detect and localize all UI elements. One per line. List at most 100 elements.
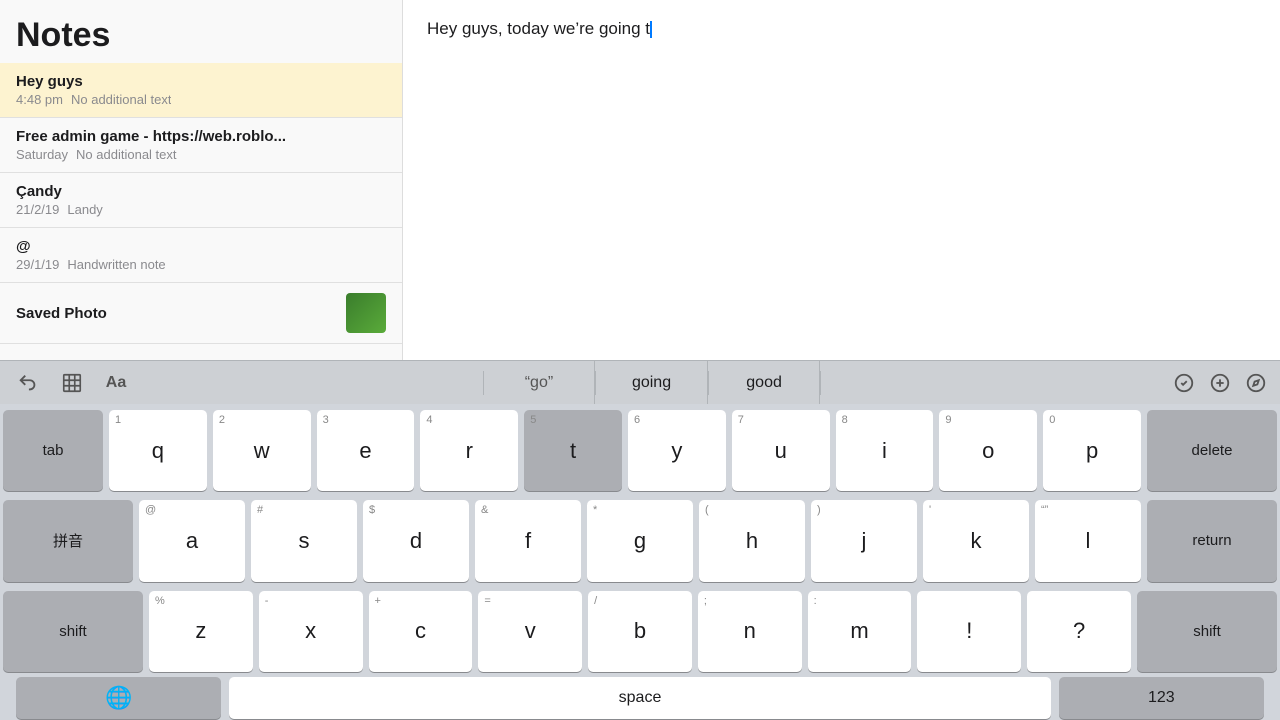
- key-delete[interactable]: delete: [1147, 410, 1277, 491]
- key-f[interactable]: &f: [475, 500, 581, 581]
- note-item-at[interactable]: @29/1/19Handwritten note: [0, 228, 402, 283]
- notes-list: Hey guys4:48 pmNo additional textFree ad…: [0, 63, 402, 360]
- note-body-text: Hey guys, today we’re going t: [427, 16, 1256, 42]
- key-u[interactable]: 7u: [732, 410, 830, 491]
- undo-icon[interactable]: [8, 365, 48, 401]
- key-label-c: c: [415, 620, 426, 642]
- key-shift[interactable]: shift: [1137, 591, 1277, 672]
- key-sublabel-m: :: [814, 595, 817, 607]
- note-item-free-admin[interactable]: Free admin game - https://web.roblo... Sa…: [0, 118, 402, 173]
- key-label-shift: shift: [59, 623, 87, 640]
- key-z[interactable]: %z: [149, 591, 253, 672]
- note-date-free-admin: Saturday: [16, 147, 68, 162]
- key-y[interactable]: 6y: [628, 410, 726, 491]
- key-p[interactable]: 0p: [1043, 410, 1141, 491]
- table-icon[interactable]: [52, 365, 92, 401]
- key-label-y: y: [671, 440, 682, 462]
- key-x[interactable]: -x: [259, 591, 363, 672]
- key-sublabel-a: @: [145, 504, 156, 516]
- key-question[interactable]: ?: [1027, 591, 1131, 672]
- key-label-t: t: [570, 440, 576, 462]
- key-j[interactable]: )j: [811, 500, 917, 581]
- key-h[interactable]: (h: [699, 500, 805, 581]
- key-label-j: j: [862, 530, 867, 552]
- key-shift[interactable]: shift: [3, 591, 143, 672]
- key-d[interactable]: $d: [363, 500, 469, 581]
- key-sublabel-i: 8: [842, 414, 848, 426]
- key-sublabel-q: 1: [115, 414, 121, 426]
- key-exclaim[interactable]: !: [917, 591, 1021, 672]
- keyboard-row-2: 拼音@a#s$d&f*g(h)j'k“”lreturn: [3, 500, 1277, 581]
- autocomplete-good[interactable]: good: [709, 361, 821, 404]
- space-key[interactable]: space: [229, 677, 1050, 719]
- key-label-delete: delete: [1192, 442, 1233, 459]
- key-r[interactable]: 4r: [420, 410, 518, 491]
- key-i[interactable]: 8i: [836, 410, 934, 491]
- text-cursor: [650, 21, 652, 38]
- key-m[interactable]: :m: [808, 591, 912, 672]
- key-sublabel-z: %: [155, 595, 165, 607]
- key-sublabel-t: 5: [530, 414, 536, 426]
- note-item-saved-photo[interactable]: Saved Photo: [0, 283, 402, 344]
- key-label-g: g: [634, 530, 646, 552]
- note-item-candy[interactable]: Çandy21/2/19Landy: [0, 173, 402, 228]
- key-label-return: return: [1192, 532, 1231, 549]
- key-c[interactable]: +c: [369, 591, 473, 672]
- key-t[interactable]: 5t: [524, 410, 622, 491]
- key-label-q: q: [152, 440, 164, 462]
- key-sublabel-b: /: [594, 595, 597, 607]
- key-label-d: d: [410, 530, 422, 552]
- key-label-k: k: [971, 530, 982, 552]
- note-title-saved-photo: Saved Photo: [16, 305, 346, 322]
- key-label-h: h: [746, 530, 758, 552]
- key-e[interactable]: 3e: [317, 410, 415, 491]
- key-label-shift: shift: [1193, 623, 1221, 640]
- note-preview-hey-guys: No additional text: [71, 92, 171, 107]
- key-sublabel-e: 3: [323, 414, 329, 426]
- autocomplete-go[interactable]: “go”: [484, 361, 596, 404]
- key-n[interactable]: ;n: [698, 591, 802, 672]
- add-icon[interactable]: [1204, 367, 1236, 399]
- key-sublabel-j: ): [817, 504, 821, 516]
- key-label-s: s: [299, 530, 310, 552]
- note-preview-at: Handwritten note: [67, 257, 165, 272]
- key-o[interactable]: 9o: [939, 410, 1037, 491]
- note-date-candy: 21/2/19: [16, 202, 59, 217]
- key-v[interactable]: =v: [478, 591, 582, 672]
- pencil-icon[interactable]: [1240, 367, 1272, 399]
- key-label-p: p: [1086, 440, 1098, 462]
- key-sublabel-d: $: [369, 504, 375, 516]
- keyboard-area: Aa “go” going good tab1q2w3e4r5t6y7u8i9o…: [0, 360, 1280, 720]
- key-sublabel-l: “”: [1041, 504, 1048, 516]
- key-label-?: ?: [1073, 620, 1085, 642]
- key-tab[interactable]: tab: [3, 410, 103, 491]
- key-sublabel-h: (: [705, 504, 709, 516]
- key-拼音[interactable]: 拼音: [3, 500, 133, 581]
- key-return[interactable]: return: [1147, 500, 1277, 581]
- num-key[interactable]: 123: [1059, 677, 1264, 719]
- key-label-u: u: [775, 440, 787, 462]
- format-icon[interactable]: Aa: [96, 365, 136, 401]
- note-item-hey-guys[interactable]: Hey guys4:48 pmNo additional text: [0, 63, 402, 118]
- key-sublabel-u: 7: [738, 414, 744, 426]
- key-g[interactable]: *g: [587, 500, 693, 581]
- key-sublabel-w: 2: [219, 414, 225, 426]
- key-q[interactable]: 1q: [109, 410, 207, 491]
- autocomplete-going[interactable]: going: [596, 361, 708, 404]
- key-a[interactable]: @a: [139, 500, 245, 581]
- key-w[interactable]: 2w: [213, 410, 311, 491]
- emoji-key[interactable]: 🌐: [16, 677, 221, 719]
- keyboard-bottom-bar: 🌐 space 123: [0, 676, 1280, 720]
- key-s[interactable]: #s: [251, 500, 357, 581]
- key-label-m: m: [850, 620, 868, 642]
- note-title-free-admin: Free admin game - https://web.roblo...: [16, 128, 386, 145]
- key-b[interactable]: /b: [588, 591, 692, 672]
- key-k[interactable]: 'k: [923, 500, 1029, 581]
- note-thumb-saved-photo: [346, 293, 386, 333]
- key-label-w: w: [254, 440, 270, 462]
- main-content[interactable]: Hey guys, today we’re going t: [403, 0, 1280, 360]
- key-l[interactable]: “”l: [1035, 500, 1141, 581]
- key-sublabel-x: -: [265, 595, 269, 607]
- key-label-a: a: [186, 530, 198, 552]
- checkmark-icon[interactable]: [1168, 367, 1200, 399]
